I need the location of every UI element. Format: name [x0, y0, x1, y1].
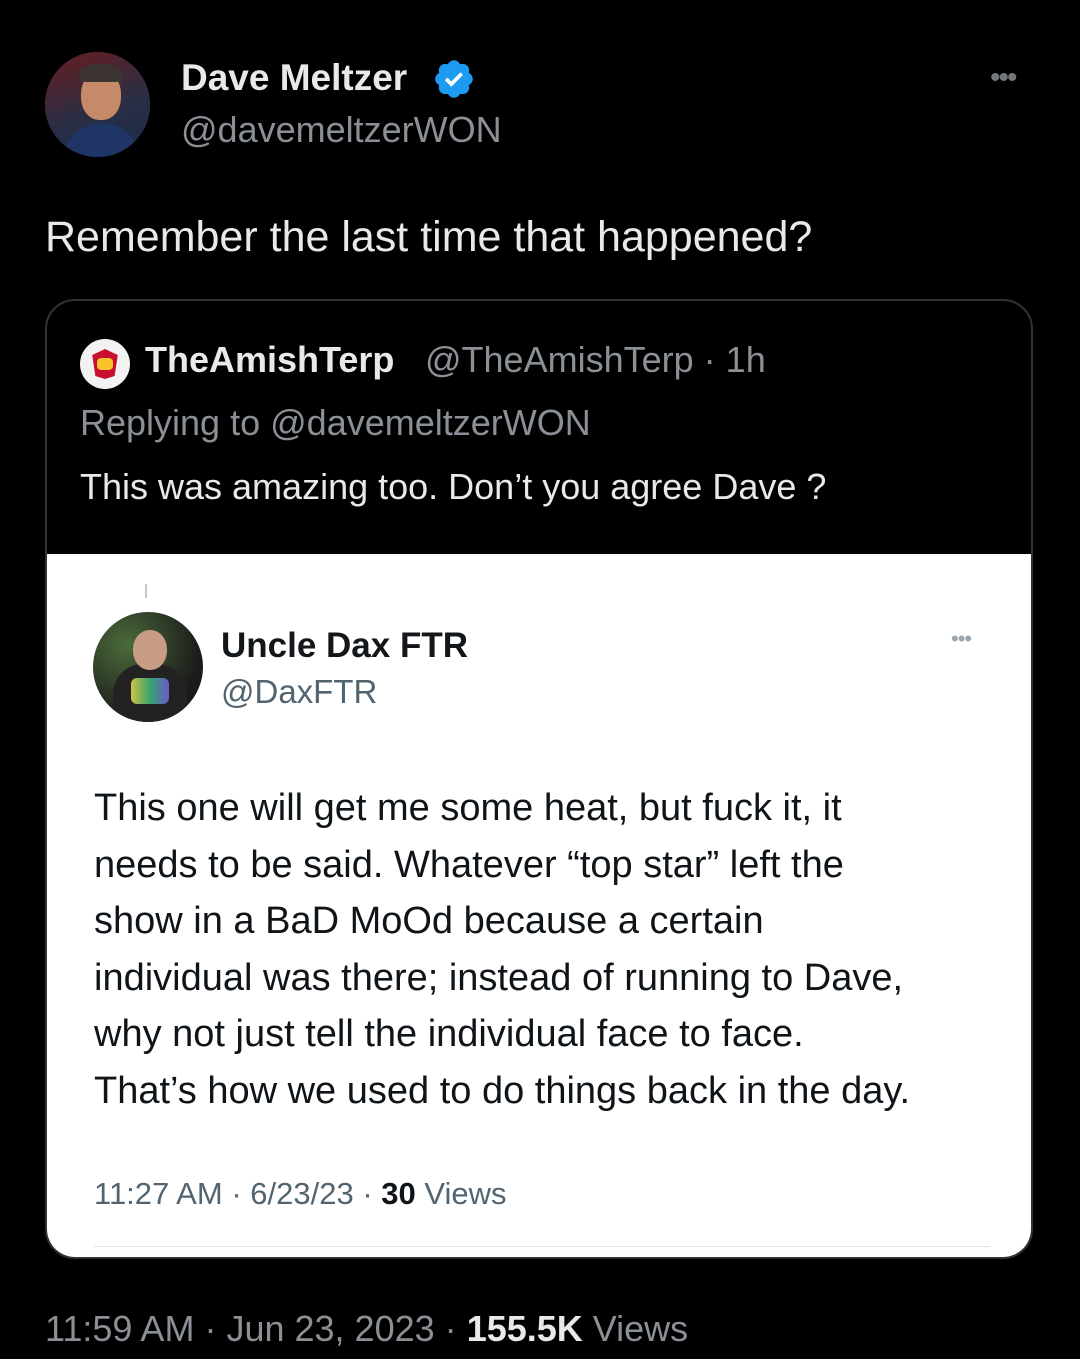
reply-prefix: Replying to — [80, 402, 261, 443]
author-handle[interactable]: @davemeltzerWON — [181, 107, 502, 153]
separator: · — [231, 1176, 242, 1211]
reply-to-handle[interactable]: @davemeltzerWON — [270, 402, 591, 443]
quote-author-meta: @TheAmishTerp · 1h — [425, 338, 766, 382]
divider — [94, 1246, 990, 1247]
tweet-text: Remember the last time that happened? — [45, 213, 813, 261]
embedded-tweet-meta: 11:27 AM · 6/23/23 · 30 Views — [94, 1174, 507, 1214]
quote-author-handle: @TheAmishTerp — [425, 339, 694, 380]
embedded-tweet-image[interactable]: Uncle Dax FTR @DaxFTR ••• This one will … — [47, 554, 1031, 1257]
embedded-tweet-text: This one will get me some heat, but fuck… — [94, 787, 911, 1112]
embedded-views-count: 30 — [381, 1176, 416, 1211]
quoted-tweet-card[interactable]: TheAmishTerp @TheAmishTerp · 1h Replying… — [45, 299, 1033, 1259]
views-label[interactable]: Views — [593, 1308, 688, 1349]
embedded-views-label: Views — [424, 1176, 507, 1211]
separator: · — [204, 1308, 217, 1349]
author-avatar[interactable] — [45, 52, 150, 157]
thread-line — [145, 584, 147, 598]
embedded-more-icon: ••• — [951, 626, 972, 651]
views-count[interactable]: 155.5K — [467, 1308, 583, 1349]
tweet-time[interactable]: 11:59 AM — [45, 1308, 194, 1349]
tweet-meta: 11:59 AM · Jun 23, 2023 · 155.5K Views — [45, 1306, 688, 1352]
embedded-time: 11:27 AM — [94, 1176, 223, 1211]
quote-text: This was amazing too. Don’t you agree Da… — [80, 466, 827, 507]
separator: · — [444, 1308, 457, 1349]
embedded-author-avatar — [93, 612, 203, 722]
embedded-author-handle: @DaxFTR — [221, 673, 378, 710]
embedded-date: 6/23/23 — [250, 1176, 354, 1211]
replying-to: Replying to @davemeltzerWON — [80, 401, 591, 445]
separator: · — [362, 1176, 373, 1211]
embedded-author-name: Uncle Dax FTR — [221, 626, 468, 665]
quote-age: 1h — [725, 339, 766, 380]
author-name[interactable]: Dave Meltzer — [181, 55, 407, 101]
separator: · — [703, 339, 716, 380]
tweet-date[interactable]: Jun 23, 2023 — [226, 1308, 434, 1349]
more-options-icon[interactable]: ••• — [990, 63, 1034, 93]
verified-badge-icon — [435, 60, 473, 98]
quote-author-name[interactable]: TheAmishTerp — [145, 338, 394, 382]
quote-author-avatar[interactable] — [80, 339, 130, 389]
